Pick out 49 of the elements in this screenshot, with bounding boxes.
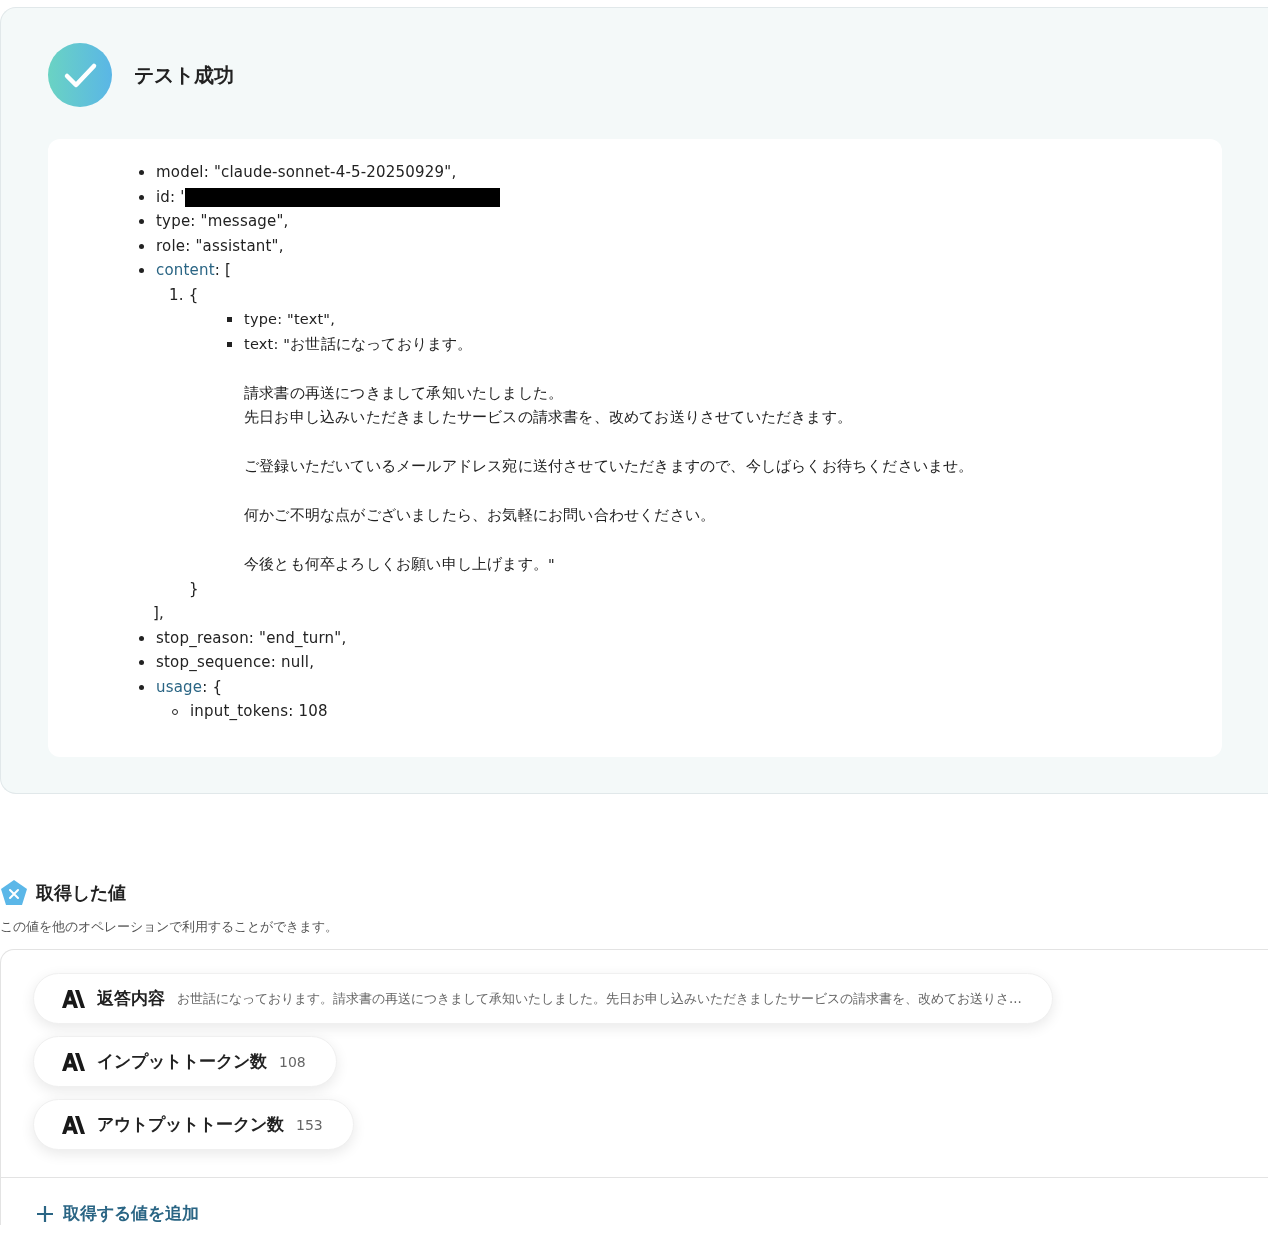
value-label: アウトプットトークン数 bbox=[97, 1113, 284, 1136]
response-field: type: "text", bbox=[244, 311, 336, 327]
bracket: } bbox=[189, 579, 199, 598]
bullet-icon bbox=[139, 268, 144, 273]
value-text: 108 bbox=[279, 1053, 306, 1070]
response-field: type: "message", bbox=[156, 209, 289, 234]
response-field: text: "お世話になっております。 bbox=[244, 335, 473, 352]
bullet-icon bbox=[227, 317, 232, 322]
bracket: : { bbox=[202, 676, 223, 698]
bullet-icon bbox=[139, 194, 144, 200]
field-link[interactable]: usage bbox=[156, 674, 203, 699]
value-text: お世話になっております。請求書の再送につきまして承知いたしました。先日お申し込みいただきましたサービスの請求書を、改めてお送りさ... bbox=[177, 989, 1022, 1008]
response-field: id: ' bbox=[156, 184, 185, 209]
value-label: 返答内容 bbox=[97, 987, 165, 1010]
text-line: 先日お申し込みいただきましたサービスの請求書を、改めてお送りさせていただきます。 bbox=[244, 409, 852, 425]
bracket: ], bbox=[153, 604, 165, 622]
bullet-icon bbox=[139, 635, 144, 641]
logo-icon bbox=[62, 1115, 85, 1134]
response-field: role: "assistant", bbox=[156, 233, 284, 258]
response-field: model: "claude-sonnet-4-5-20250929", bbox=[156, 160, 457, 185]
text-line: 請求書の再送につきまして承知いたしました。 bbox=[244, 384, 564, 401]
list-entry-open: 1. { bbox=[169, 285, 199, 304]
text-line: 今後とも何卒よろしくお願い申し上げます。" bbox=[244, 556, 555, 572]
text-line: 何かご不明な点がございましたら、お気軽にお問い合わせください。 bbox=[244, 507, 716, 523]
response-field: input_tokens: 108 bbox=[190, 699, 328, 724]
value-chip[interactable]: インプットトークン数 108 bbox=[33, 1036, 337, 1087]
logo-icon bbox=[62, 1052, 85, 1071]
bullet-icon bbox=[227, 341, 232, 347]
value-text: 153 bbox=[296, 1116, 323, 1133]
value-chip[interactable]: 返答内容 お世話になっております。請求書の再送につきまして承知いたしました。先日お申し込みいただきましたサービスの請求書を、改めてお送りさ... bbox=[33, 973, 1053, 1024]
variable-icon bbox=[1, 880, 27, 905]
bullet-icon bbox=[139, 660, 144, 665]
value-label: インプットトークン数 bbox=[97, 1050, 267, 1073]
bullet-icon bbox=[139, 219, 144, 224]
logo-icon bbox=[62, 989, 85, 1008]
bracket: : [ bbox=[214, 260, 232, 281]
bullet-icon bbox=[139, 684, 144, 690]
response-field: stop_reason: "end_turn", bbox=[156, 625, 347, 650]
add-value-button[interactable]: 取得する値を追加 bbox=[37, 1202, 199, 1225]
section-title: 取得した値 bbox=[36, 880, 126, 905]
response-field: stop_sequence: null, bbox=[156, 650, 315, 675]
field-link[interactable]: content bbox=[156, 258, 215, 283]
bullet-icon bbox=[139, 170, 144, 175]
result-title: テスト成功 bbox=[134, 61, 234, 89]
bullet-icon bbox=[139, 243, 144, 249]
plus-icon bbox=[37, 1205, 53, 1222]
value-chip[interactable]: アウトプットトークン数 153 bbox=[33, 1099, 354, 1150]
section-description: この値を他のオペレーションで利用することができます。 bbox=[0, 918, 339, 936]
text-line: ご登録いただいているメールアドレス宛に送付させていただきますので、今しばらくお待ちくださいませ。 bbox=[244, 458, 974, 474]
